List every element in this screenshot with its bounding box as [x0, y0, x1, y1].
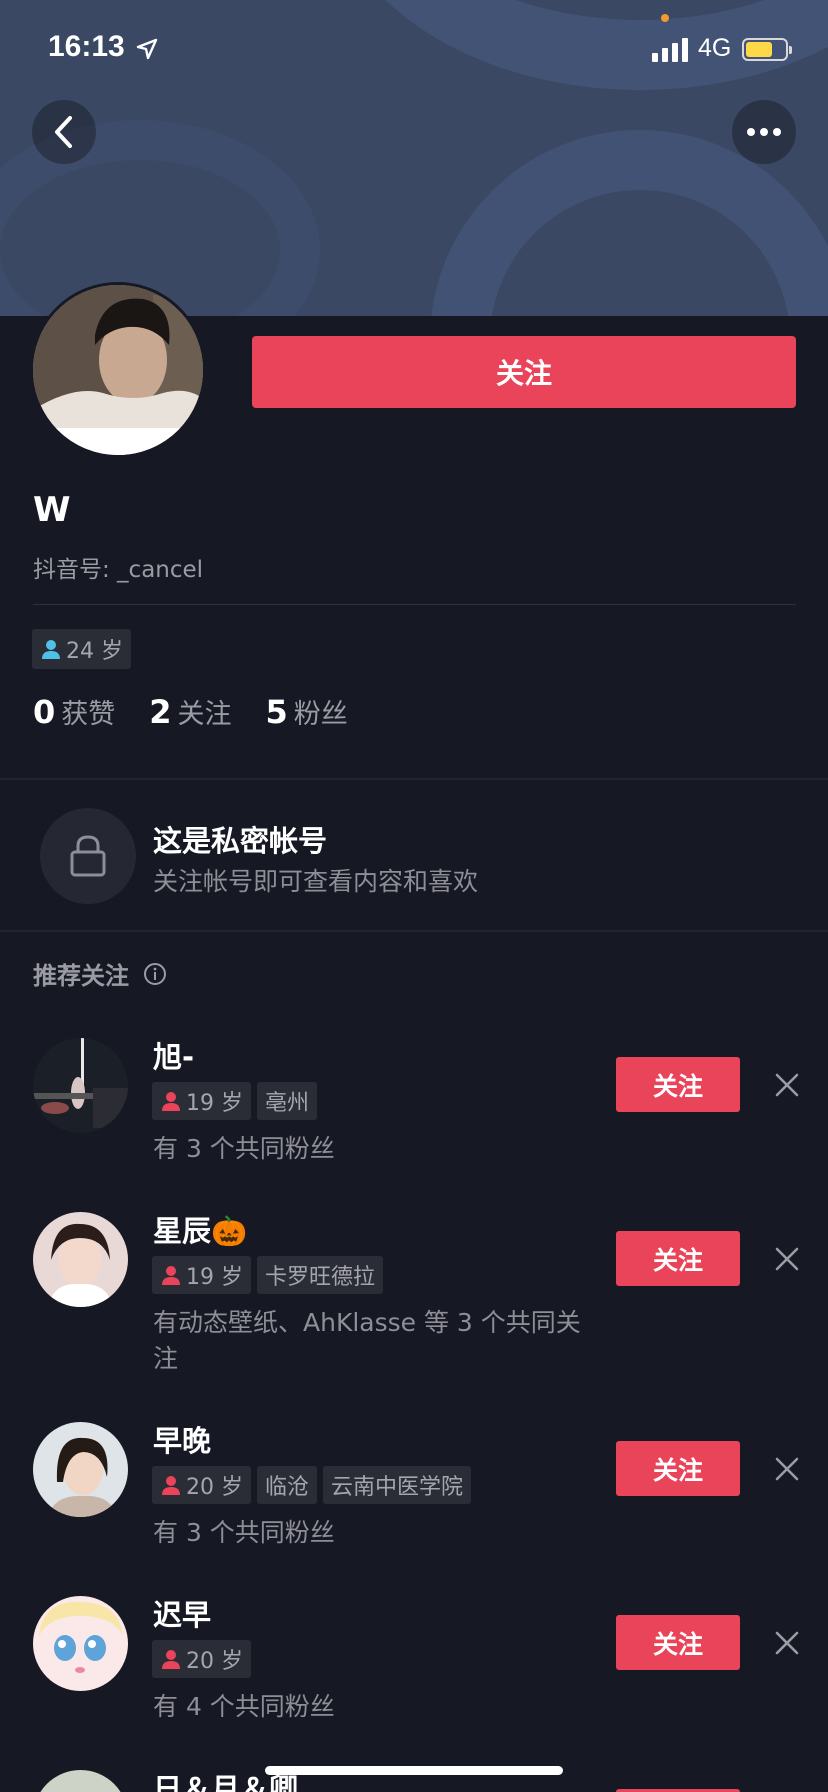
recommend-name: 星辰🎃 [153, 1214, 248, 1248]
avatar-photo [33, 285, 203, 455]
location-tag: 亳州 [257, 1082, 318, 1120]
age-tag: 24 岁 [32, 629, 131, 669]
status-bar: 16:13 4G [0, 0, 828, 100]
recommend-description: 有 3 个共同粉丝 [153, 1518, 335, 1547]
age-tag: 19 岁 [152, 1256, 251, 1294]
recommend-follow-button[interactable]: 关注 [616, 1441, 740, 1496]
profile-divider [33, 604, 796, 605]
profile-stats: 0 获赞 2 关注 5 粉丝 [33, 692, 382, 731]
location-tag: 卡罗旺德拉 [257, 1256, 384, 1294]
recommend-follow-button[interactable]: 关注 [616, 1057, 740, 1112]
private-account-subtitle: 关注帐号即可查看内容和喜欢 [153, 867, 479, 896]
battery-icon [742, 38, 792, 61]
profile-avatar[interactable] [30, 282, 206, 458]
recommend-avatar[interactable] [33, 1422, 128, 1517]
age-tag: 19 岁 [152, 1082, 251, 1120]
section-divider [0, 930, 828, 932]
stat-following-label: 关注 [177, 699, 232, 730]
age-tag-label: 20 岁 [186, 1649, 243, 1674]
close-icon[interactable] [772, 1244, 802, 1274]
private-account-title: 这是私密帐号 [153, 824, 328, 858]
stat-likes-label: 获赞 [61, 699, 116, 730]
location-tag: 临沧 [257, 1466, 318, 1504]
chevron-left-icon [55, 116, 72, 148]
more-dots-icon [747, 128, 781, 136]
back-button[interactable] [32, 100, 96, 164]
follow-button[interactable]: 关注 [252, 336, 796, 408]
stat-likes[interactable]: 0 获赞 [33, 692, 115, 731]
recommend-description: 有 3 个共同粉丝 [153, 1134, 335, 1163]
close-icon[interactable] [772, 1628, 802, 1658]
age-tag-label: 19 岁 [186, 1091, 243, 1116]
douyin-id: 抖音号: _cancel [33, 557, 204, 583]
school-tag: 云南中医学院 [323, 1466, 472, 1504]
recommend-name: 迟早 [153, 1598, 212, 1632]
recommend-description: 有动态壁纸、AhKlasse 等 3 个共同关注 [153, 1308, 581, 1373]
cellular-signal-icon [652, 38, 688, 62]
stat-following-number: 2 [149, 693, 172, 731]
section-divider [0, 778, 828, 780]
status-time: 16:13 [48, 30, 125, 63]
female-user-icon [162, 1650, 180, 1669]
close-icon[interactable] [772, 1070, 802, 1100]
recommend-tags: 19 岁 卡罗旺德拉 [152, 1256, 389, 1294]
age-tag-label: 24 岁 [66, 639, 123, 664]
stat-followers-number: 5 [265, 693, 288, 731]
stat-following[interactable]: 2 关注 [149, 692, 231, 731]
stat-followers-label: 粉丝 [293, 699, 348, 730]
lock-badge [40, 808, 136, 904]
recommend-name: 早晚 [153, 1424, 212, 1458]
recommend-avatar[interactable] [33, 1770, 128, 1792]
recommend-avatar[interactable] [33, 1212, 128, 1307]
more-options-button[interactable] [732, 100, 796, 164]
recommend-description: 有 4 个共同粉丝 [153, 1692, 335, 1721]
info-icon[interactable] [143, 962, 167, 986]
stat-likes-number: 0 [33, 693, 56, 731]
recommend-tags: 19 岁 亳州 [152, 1082, 323, 1120]
profile-page: 16:13 4G 关注 W 抖音号: _cancel 24 岁 0 获赞 2 关… [0, 0, 828, 1792]
stat-followers[interactable]: 5 粉丝 [266, 692, 348, 731]
lock-icon [70, 835, 106, 877]
profile-nickname: W [33, 490, 71, 530]
recommend-avatar[interactable] [33, 1038, 128, 1133]
recommend-title: 推荐关注 [33, 962, 129, 990]
privacy-indicator-dot [661, 14, 669, 22]
age-tag: 20 岁 [152, 1640, 251, 1678]
home-indicator[interactable] [265, 1766, 563, 1775]
recommend-tags: 20 岁 临沧 云南中医学院 [152, 1466, 477, 1504]
recommend-tags: 20 岁 [152, 1640, 257, 1678]
female-user-icon [162, 1266, 180, 1285]
location-arrow-icon [136, 38, 158, 60]
age-tag-label: 20 岁 [186, 1475, 243, 1500]
network-type: 4G [698, 34, 732, 62]
female-user-icon [162, 1476, 180, 1495]
male-user-icon [42, 640, 60, 659]
recommend-name: 旭- [153, 1040, 195, 1074]
close-icon[interactable] [772, 1454, 802, 1484]
recommend-follow-button[interactable]: 关注 [616, 1231, 740, 1286]
recommend-header: 推荐关注 [33, 956, 167, 991]
recommend-follow-button[interactable]: 关注 [616, 1615, 740, 1670]
age-tag-label: 19 岁 [186, 1265, 243, 1290]
recommend-avatar[interactable] [33, 1596, 128, 1691]
female-user-icon [162, 1092, 180, 1111]
age-tag: 20 岁 [152, 1466, 251, 1504]
